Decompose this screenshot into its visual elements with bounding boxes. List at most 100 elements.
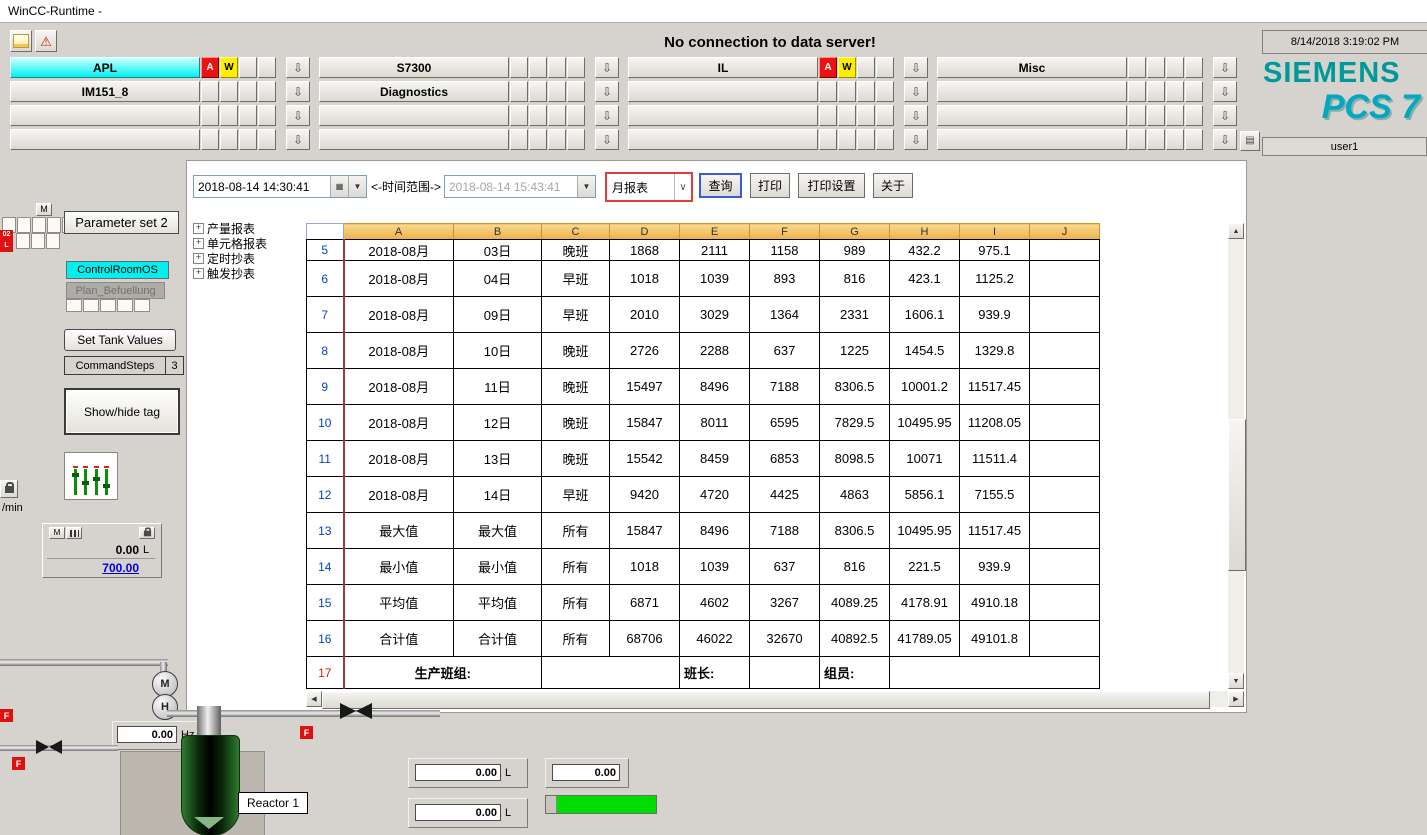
nav-small-button[interactable] (1147, 129, 1165, 150)
table-cell[interactable]: 1606.1 (890, 297, 960, 333)
nav-small-button[interactable] (857, 129, 875, 150)
nav-small-button[interactable] (239, 57, 257, 78)
table-cell[interactable]: 组员: (820, 657, 890, 689)
nav-small-button[interactable] (548, 57, 566, 78)
table-cell[interactable]: 15847 (610, 405, 680, 441)
segment-cell[interactable] (32, 217, 46, 233)
table-cell[interactable]: 晚班 (542, 441, 610, 477)
segment-cell[interactable] (31, 233, 45, 249)
nav-small-button[interactable] (1147, 81, 1165, 102)
table-cell[interactable] (1030, 621, 1100, 657)
nav-small-button[interactable] (1147, 105, 1165, 126)
setpoint-value[interactable]: 700.00 (51, 561, 139, 575)
bars-button[interactable] (66, 527, 82, 539)
table-cell[interactable]: 49101.8 (960, 621, 1030, 657)
nav-small-button[interactable] (1185, 129, 1203, 150)
table-cell[interactable]: 合计值 (454, 621, 542, 657)
table-cell[interactable]: 8496 (680, 513, 750, 549)
table-cell[interactable]: 40892.5 (820, 621, 890, 657)
nav-button-empty[interactable] (937, 129, 1127, 150)
alarm-indicator-button[interactable]: A (819, 57, 837, 78)
table-cell[interactable]: 2018-08月 (344, 240, 454, 261)
table-cell[interactable]: 6871 (610, 585, 680, 621)
valve-icon[interactable] (340, 703, 372, 719)
nav-small-button[interactable] (819, 105, 837, 126)
nav-small-button[interactable] (567, 129, 585, 150)
row-number[interactable]: 6 (307, 261, 344, 297)
query-button[interactable]: 查询 (699, 173, 742, 198)
manual-mode-button[interactable]: M (49, 527, 65, 539)
report-type-combo[interactable]: 月报表 ∨ (605, 172, 693, 202)
faceplate-button[interactable] (64, 452, 118, 500)
row-number[interactable]: 11 (307, 441, 344, 477)
table-cell[interactable]: 1454.5 (890, 333, 960, 369)
table-cell[interactable] (1030, 477, 1100, 513)
nav-small-button[interactable] (529, 81, 547, 102)
nav-expand-button[interactable]: ⇩ (904, 105, 928, 126)
table-cell[interactable]: 15542 (610, 441, 680, 477)
table-cell[interactable]: 11517.45 (960, 369, 1030, 405)
scroll-left-button[interactable]: ◀ (306, 691, 322, 707)
nav-small-button[interactable] (1147, 57, 1165, 78)
table-cell[interactable]: 1868 (610, 240, 680, 261)
nav-small-button[interactable] (220, 81, 238, 102)
nav-expand-button[interactable]: ⇩ (286, 105, 310, 126)
table-cell[interactable] (1030, 261, 1100, 297)
table-cell[interactable]: 7829.5 (820, 405, 890, 441)
horizontal-scroll-thumb[interactable] (322, 691, 1210, 709)
expand-icon[interactable]: + (193, 238, 204, 249)
table-cell[interactable]: 4910.18 (960, 585, 1030, 621)
about-button[interactable]: 关于 (873, 173, 913, 198)
row-number[interactable]: 17 (307, 657, 344, 689)
table-cell[interactable]: 11日 (454, 369, 542, 405)
table-cell[interactable]: 4089.25 (820, 585, 890, 621)
table-cell[interactable]: 2726 (610, 333, 680, 369)
nav-small-button[interactable] (529, 57, 547, 78)
nav-small-button[interactable] (548, 105, 566, 126)
picture-selection-button[interactable] (10, 30, 32, 52)
table-cell[interactable]: 8459 (680, 441, 750, 477)
tree-item[interactable]: +触发抄表 (193, 266, 305, 281)
table-cell[interactable]: 2010 (610, 297, 680, 333)
table-cell[interactable]: 11511.4 (960, 441, 1030, 477)
lock-small-button[interactable] (139, 527, 155, 539)
table-cell[interactable]: 所有 (542, 549, 610, 585)
row-number[interactable]: 5 (307, 240, 344, 261)
table-cell[interactable]: 早班 (542, 297, 610, 333)
table-cell[interactable]: 10071 (890, 441, 960, 477)
table-cell[interactable] (1030, 549, 1100, 585)
nav-small-button[interactable] (567, 105, 585, 126)
table-cell[interactable]: 14日 (454, 477, 542, 513)
table-cell[interactable]: 早班 (542, 261, 610, 297)
nav-button-empty[interactable] (628, 129, 818, 150)
nav-small-button[interactable] (548, 129, 566, 150)
table-cell[interactable] (1030, 369, 1100, 405)
table-cell[interactable]: 1125.2 (960, 261, 1030, 297)
nav-small-button[interactable] (1166, 57, 1184, 78)
nav-small-button[interactable] (857, 105, 875, 126)
table-cell[interactable]: 816 (820, 261, 890, 297)
start-time-picker[interactable]: 2018-08-14 14:30:41 ▦ ▼ (193, 175, 367, 198)
value-3[interactable]: 0.00 (552, 764, 620, 781)
nav-small-button[interactable] (239, 81, 257, 102)
strip-button[interactable] (100, 299, 116, 312)
table-cell[interactable]: 11208.05 (960, 405, 1030, 441)
nav-expand-button[interactable]: ⇩ (1213, 57, 1237, 78)
column-header-B[interactable]: B (454, 224, 542, 240)
table-cell[interactable]: 所有 (542, 513, 610, 549)
table-cell[interactable]: 最大值 (454, 513, 542, 549)
nav-button-empty[interactable] (937, 81, 1127, 102)
table-cell[interactable]: 7188 (750, 369, 820, 405)
column-header-D[interactable]: D (610, 224, 680, 240)
table-cell[interactable]: 6595 (750, 405, 820, 441)
scroll-up-button[interactable]: ▲ (1228, 223, 1244, 239)
table-cell[interactable]: 04日 (454, 261, 542, 297)
tree-item[interactable]: +产量报表 (193, 221, 305, 236)
table-cell[interactable]: 637 (750, 333, 820, 369)
screen-select-button[interactable]: ▤ (1240, 131, 1260, 151)
nav-expand-button[interactable]: ⇩ (286, 81, 310, 102)
strip-button[interactable] (66, 299, 82, 312)
table-cell[interactable]: 03日 (454, 240, 542, 261)
print-button[interactable]: 打印 (750, 173, 790, 198)
nav-button-empty[interactable] (628, 81, 818, 102)
